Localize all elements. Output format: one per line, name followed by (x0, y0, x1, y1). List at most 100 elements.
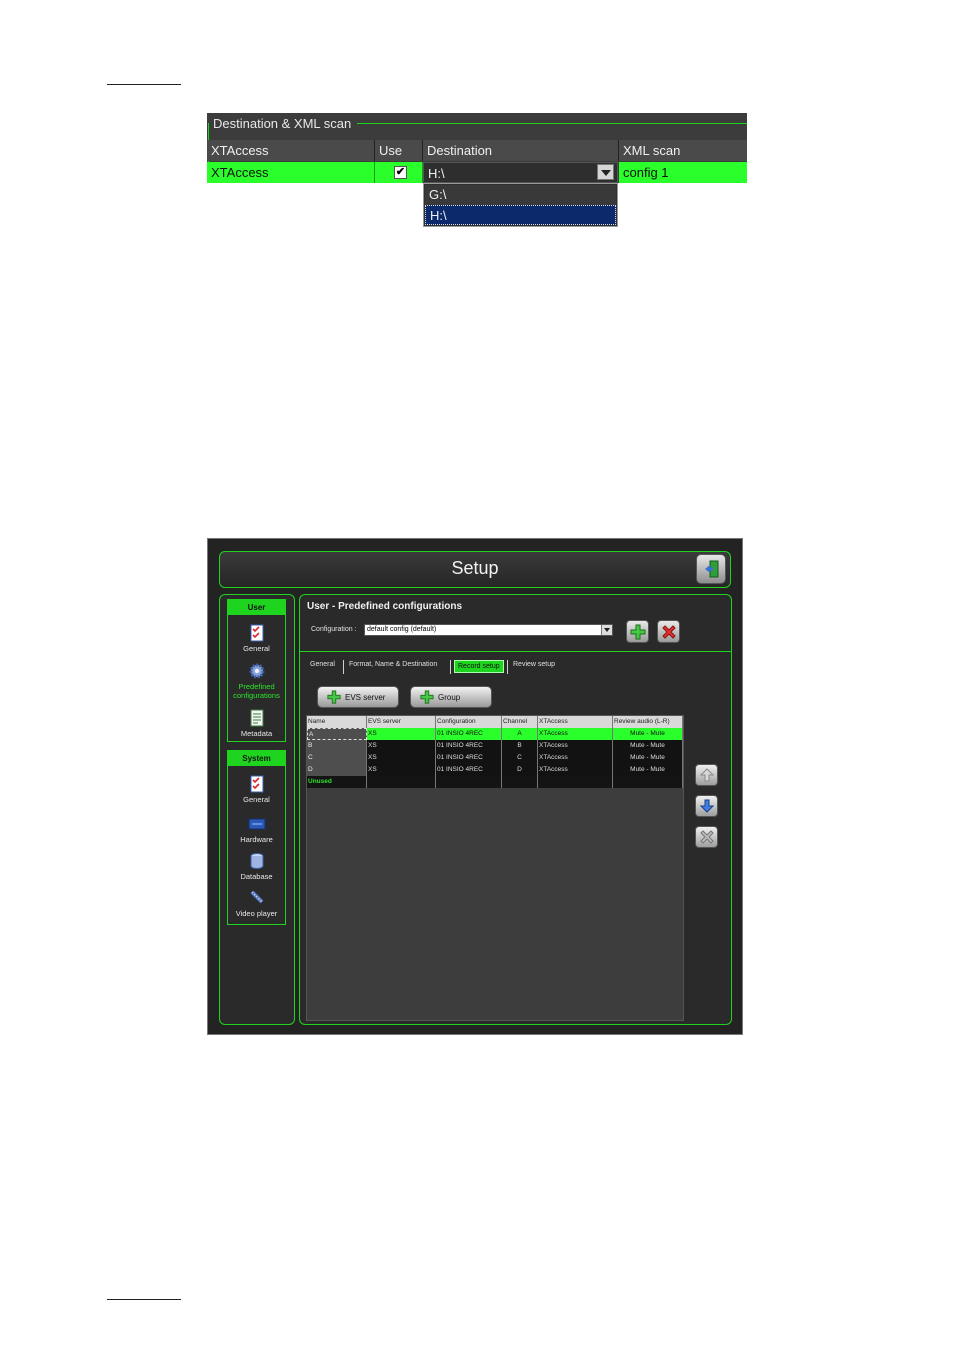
cell-channel[interactable]: C (502, 752, 538, 764)
table-row[interactable]: B XS 01 INSIO 4REC B XTAccess Mute - Mut… (307, 740, 683, 752)
cell-xtaccess[interactable]: XTAccess (538, 728, 613, 740)
sidebar-item-metadata[interactable]: Metadata (228, 709, 285, 738)
add-group-button[interactable]: Group (410, 686, 492, 708)
destination-dropdown-list: G:\ H:\ (423, 183, 618, 227)
cell-review-audio[interactable]: Mute - Mute (613, 740, 683, 752)
empty-cell (436, 776, 502, 788)
column-header-xtaccess[interactable]: XTAccess (538, 716, 613, 728)
cell-configuration[interactable]: 01 INSIO 4REC (436, 764, 502, 776)
setup-window: Setup User General Predefined configurat… (207, 538, 743, 1035)
configuration-select[interactable]: default config (default) (364, 624, 613, 636)
chevron-down-icon[interactable] (597, 164, 614, 180)
cell-review-audio[interactable]: Mute - Mute (613, 752, 683, 764)
cell-evs-server[interactable]: XS (367, 728, 436, 740)
exit-button[interactable] (696, 554, 726, 584)
cell-configuration[interactable]: 01 INSIO 4REC (436, 728, 502, 740)
column-header-channel[interactable]: Channel (502, 716, 538, 728)
cell-evs-server[interactable]: XS (367, 752, 436, 764)
group-border (357, 123, 747, 124)
tab-general[interactable]: General (310, 661, 335, 668)
cell-name[interactable]: A (307, 728, 367, 740)
configuration-select-value: default config (default) (367, 626, 437, 633)
arrow-down-icon (700, 799, 714, 813)
destination-select[interactable]: H:\ (423, 162, 618, 183)
cell-xml-scan[interactable]: config 1 (619, 162, 747, 183)
column-header-name[interactable]: Name (307, 716, 367, 728)
plus-icon (630, 624, 646, 640)
button-label: Group (438, 693, 461, 702)
system-group: System General Hardware Database Video p… (227, 750, 286, 925)
table-row[interactable]: D XS 01 INSIO 4REC D XTAccess Mute - Mut… (307, 764, 683, 776)
cell-evs-server[interactable]: XS (367, 764, 436, 776)
header-destination[interactable]: Destination (423, 140, 619, 161)
destination-xml-scan-panel: Destination & XML scan XTAccess Use Dest… (207, 113, 747, 227)
tab-separator (507, 660, 508, 674)
grid-header-row: Name EVS server Configuration Channel XT… (307, 716, 683, 728)
use-checkbox[interactable]: ✔ (394, 166, 407, 179)
plus-icon (327, 690, 341, 704)
header-rule (107, 84, 181, 85)
sidebar-item-label: Database (240, 872, 273, 881)
sidebar-item-user-general[interactable]: General (228, 624, 285, 653)
table-row[interactable]: C XS 01 INSIO 4REC C XTAccess Mute - Mut… (307, 752, 683, 764)
delete-configuration-button[interactable] (657, 620, 680, 643)
arrow-up-icon (700, 768, 714, 782)
empty-cell (502, 776, 538, 788)
document-icon (250, 709, 263, 727)
cell-channel[interactable]: D (502, 764, 538, 776)
sidebar-item-video-player[interactable]: Video player (228, 889, 285, 918)
header-xml-scan[interactable]: XML scan (619, 140, 747, 161)
cell-channel[interactable]: A (502, 728, 538, 740)
cell-xtaccess[interactable]: XTAccess (538, 740, 613, 752)
cell-configuration[interactable]: 01 INSIO 4REC (436, 752, 502, 764)
cell-name[interactable]: D (307, 764, 367, 776)
add-configuration-button[interactable] (626, 620, 649, 643)
cell-name[interactable]: B (307, 740, 367, 752)
tab-record-setup[interactable]: Record setup (454, 660, 504, 673)
footer-rule (107, 1299, 181, 1300)
cell-review-audio[interactable]: Mute - Mute (613, 764, 683, 776)
column-header-configuration[interactable]: Configuration (436, 716, 502, 728)
header-xtaccess[interactable]: XTAccess (207, 140, 375, 161)
page-title: User - Predefined configurations (307, 601, 463, 612)
empty-cell (538, 776, 613, 788)
tab-separator (343, 660, 344, 674)
record-setup-grid: Name EVS server Configuration Channel XT… (306, 715, 684, 1021)
main-panel: User - Predefined configurations Configu… (299, 594, 732, 1025)
sidebar-item-predefined-configurations[interactable]: Predefined configurations (228, 662, 285, 700)
grid-divider (683, 716, 684, 1020)
add-evs-server-button[interactable]: EVS server (317, 686, 399, 708)
cell-xtaccess[interactable]: XTAccess (207, 162, 375, 183)
column-header-evs-server[interactable]: EVS server (367, 716, 436, 728)
unused-label: Unused (307, 776, 367, 788)
cell-xtaccess[interactable]: XTAccess (538, 764, 613, 776)
move-down-button[interactable] (695, 795, 718, 817)
table-row[interactable]: A XS 01 INSIO 4REC A XTAccess Mute - Mut… (307, 728, 683, 740)
column-header-review-audio[interactable]: Review audio (L-R) (613, 716, 683, 728)
cell-review-audio[interactable]: Mute - Mute (613, 728, 683, 740)
sidebar-item-hardware[interactable]: Hardware (228, 815, 285, 844)
plus-icon (420, 690, 434, 704)
unused-row[interactable]: Unused (307, 776, 683, 788)
chevron-down-icon[interactable] (601, 625, 612, 635)
cell-configuration[interactable]: 01 INSIO 4REC (436, 740, 502, 752)
tab-content-area: General Format, Name & Destination Recor… (300, 651, 731, 1025)
exit-door-icon (705, 560, 719, 578)
cell-evs-server[interactable]: XS (367, 740, 436, 752)
delete-row-button[interactable] (695, 826, 718, 848)
sidebar-item-system-general[interactable]: General (228, 775, 285, 804)
tab-review-setup[interactable]: Review setup (513, 661, 555, 668)
settings-sidebar: User General Predefined configurations M… (219, 594, 295, 1025)
cell-xtaccess[interactable]: XTAccess (538, 752, 613, 764)
move-up-button[interactable] (695, 764, 718, 786)
cell-name[interactable]: C (307, 752, 367, 764)
cell-channel[interactable]: B (502, 740, 538, 752)
sidebar-item-database[interactable]: Database (228, 852, 285, 881)
sidebar-item-label: Metadata (240, 729, 273, 738)
empty-cell (613, 776, 683, 788)
header-use[interactable]: Use (375, 140, 423, 161)
dropdown-option-g[interactable]: G:\ (425, 185, 616, 205)
dropdown-option-h[interactable]: H:\ (425, 205, 616, 225)
video-player-icon (250, 890, 263, 904)
tab-format-name-destination[interactable]: Format, Name & Destination (349, 661, 437, 668)
